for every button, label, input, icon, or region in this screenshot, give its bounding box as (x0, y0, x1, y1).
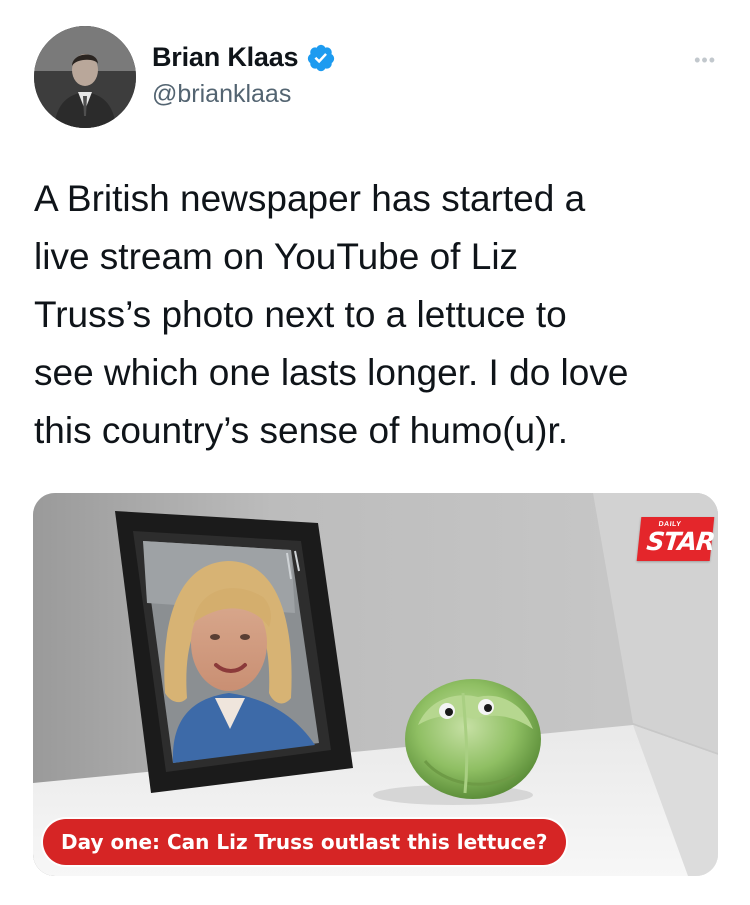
more-options-icon[interactable]: ••• (694, 50, 716, 71)
avatar-photo (34, 26, 136, 128)
author-handle[interactable]: @brianklaas (152, 80, 291, 109)
author-name[interactable]: Brian Klaas (152, 42, 299, 73)
video-caption-banner: Day one: Can Liz Truss outlast this lett… (43, 819, 566, 865)
tweet-media[interactable]: DAILY STAR Day one: Can Liz Truss outlas… (33, 493, 718, 876)
verified-badge-icon (308, 44, 335, 71)
author-avatar[interactable] (34, 26, 136, 128)
author-name-row: Brian Klaas (152, 42, 336, 73)
daily-star-logo: DAILY STAR (636, 517, 716, 561)
tweet-text: A British newspaper has started a live s… (34, 178, 629, 451)
brand-big-label: STAR (645, 527, 716, 556)
